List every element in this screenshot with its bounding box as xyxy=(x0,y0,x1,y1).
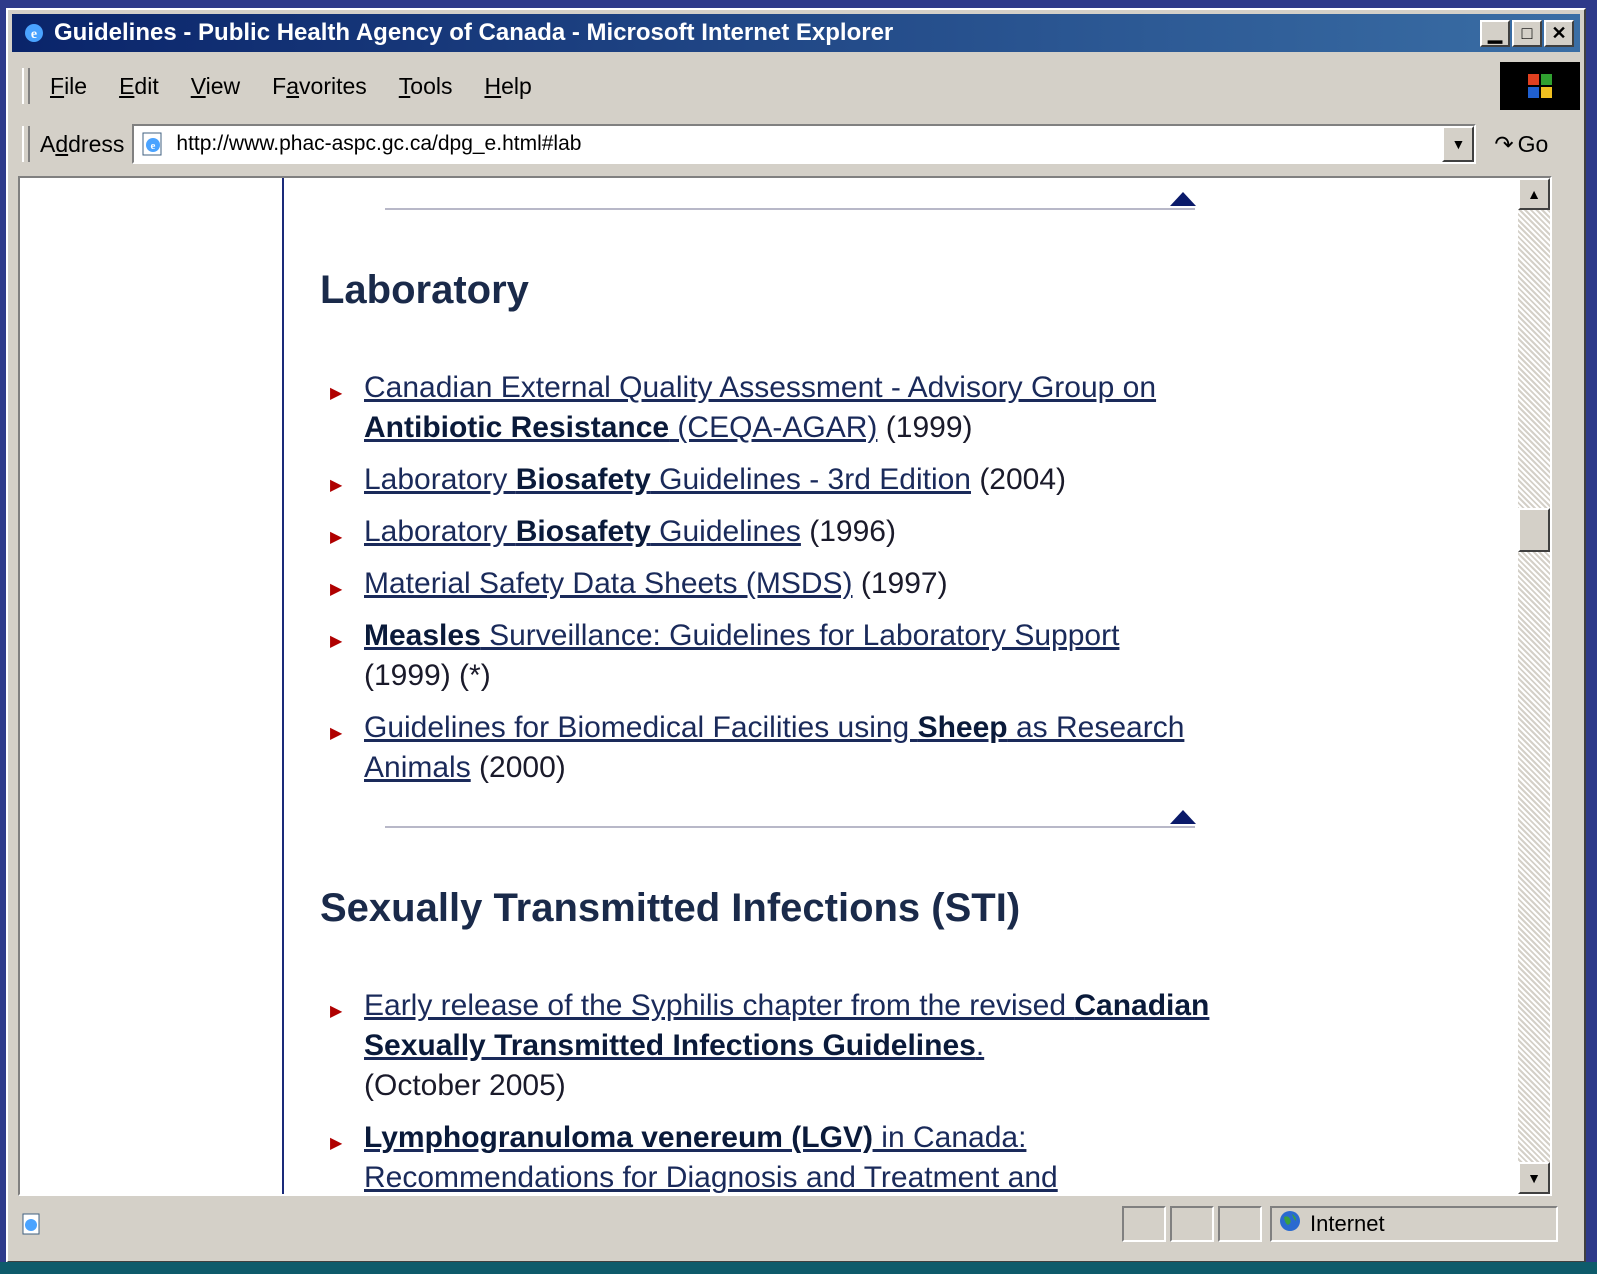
bullet-icon: ▶ xyxy=(330,725,343,742)
close-button[interactable]: ✕ xyxy=(1544,19,1574,47)
svg-text:e: e xyxy=(151,140,156,152)
status-bar: Internet xyxy=(12,1202,1580,1246)
list-item: ▶ Early release of the Syphilis chapter … xyxy=(330,989,1210,1102)
page-viewport[interactable]: Laboratory ▶ Canadian External Quality A… xyxy=(18,176,1552,1196)
left-navigation-column xyxy=(20,178,284,1194)
toolbar-grip[interactable] xyxy=(22,126,30,162)
go-button[interactable]: ↷ Go xyxy=(1494,131,1548,158)
page-icon: e xyxy=(138,129,168,159)
sti-list: ▶ Early release of the Syphilis chapter … xyxy=(320,986,1220,1194)
title-bar[interactable]: e Guidelines - Public Health Agency of C… xyxy=(12,14,1580,52)
status-pane xyxy=(1218,1206,1262,1242)
go-arrow-icon: ↷ xyxy=(1494,130,1514,157)
svg-text:e: e xyxy=(31,27,37,42)
list-item: ▶ Lymphogranuloma venereum (LGV) in Cana… xyxy=(320,1118,1220,1194)
desktop-background xyxy=(0,1262,1597,1274)
link-lgv[interactable]: Lymphogranuloma venereum (LGV) in Canada… xyxy=(364,1121,1058,1194)
url-text: http://www.phac-aspc.gc.ca/dpg_e.html#la… xyxy=(176,132,582,155)
windows-logo-icon xyxy=(1500,62,1580,110)
laboratory-list: ▶ Canadian External Quality Assessment -… xyxy=(320,368,1220,800)
list-item: ▶ Laboratory Biosafety Guidelines (1996) xyxy=(320,512,1220,552)
bullet-icon: ▶ xyxy=(330,1003,343,1020)
bullet-icon: ▶ xyxy=(330,385,343,402)
globe-icon xyxy=(1278,1209,1302,1239)
vertical-scrollbar[interactable]: ▲ ▼ xyxy=(1518,178,1550,1194)
menu-tools[interactable]: Tools xyxy=(399,73,453,100)
security-zone[interactable]: Internet xyxy=(1270,1206,1558,1242)
list-item: ▶ Canadian External Quality Assessment -… xyxy=(330,371,1157,444)
zone-label: Internet xyxy=(1310,1211,1385,1236)
minimize-button[interactable]: ▁ xyxy=(1480,19,1510,47)
status-pane xyxy=(1122,1206,1166,1242)
bullet-icon: ▶ xyxy=(330,529,343,546)
section-heading-sti: Sexually Transmitted Infections (STI) xyxy=(320,886,1021,930)
page-status-icon xyxy=(18,1210,46,1238)
scroll-up-icon[interactable]: ▲ xyxy=(1518,178,1550,210)
link-syphilis-chapter[interactable]: Early release of the Syphilis chapter fr… xyxy=(364,989,1209,1062)
link-biosafety-1996[interactable]: Laboratory Biosafety Guidelines xyxy=(364,515,801,548)
list-item: ▶ Laboratory Biosafety Guidelines - 3rd … xyxy=(320,460,1220,500)
menu-edit[interactable]: Edit xyxy=(119,73,159,100)
link-biosafety-3rd[interactable]: Laboratory Biosafety Guidelines - 3rd Ed… xyxy=(364,463,971,496)
scroll-down-icon[interactable]: ▼ xyxy=(1518,1162,1550,1194)
list-item: ▶ Material Safety Data Sheets (MSDS) (19… xyxy=(320,564,1220,604)
menu-favorites[interactable]: Favorites xyxy=(272,73,367,100)
menu-help[interactable]: Help xyxy=(484,73,531,100)
section-heading-laboratory: Laboratory xyxy=(320,268,529,312)
ie-icon: e xyxy=(22,21,46,45)
address-input[interactable]: e http://www.phac-aspc.gc.ca/dpg_e.html#… xyxy=(132,124,1477,164)
bullet-icon: ▶ xyxy=(330,581,343,598)
back-to-top-icon[interactable] xyxy=(1170,810,1196,824)
list-item: ▶ Guidelines for Biomedical Facilities u… xyxy=(330,711,1185,784)
toolbar-grip[interactable] xyxy=(22,68,30,104)
section-divider xyxy=(385,826,1195,828)
window-title: Guidelines - Public Health Agency of Can… xyxy=(54,19,894,46)
browser-window: e Guidelines - Public Health Agency of C… xyxy=(6,8,1586,1263)
bullet-icon: ▶ xyxy=(330,1135,343,1152)
link-ceqa-agar[interactable]: Canadian External Quality Assessment - A… xyxy=(364,371,1156,444)
maximize-button[interactable]: □ xyxy=(1512,19,1542,47)
address-label: Address xyxy=(40,130,125,157)
link-measles[interactable]: Measles Surveillance: Guidelines for Lab… xyxy=(364,619,1119,652)
bullet-icon: ▶ xyxy=(330,477,343,494)
status-pane xyxy=(1170,1206,1214,1242)
section-divider xyxy=(385,208,1195,210)
menu-bar: File Edit View Favorites Tools Help xyxy=(12,62,1580,110)
back-to-top-icon[interactable] xyxy=(1170,192,1196,206)
list-item: ▶ Measles Surveillance: Guidelines for L… xyxy=(330,619,1120,692)
menu-file[interactable]: File xyxy=(50,73,87,100)
chevron-down-icon[interactable]: ▼ xyxy=(1442,126,1475,162)
scrollbar-thumb[interactable] xyxy=(1518,508,1550,552)
bullet-icon: ▶ xyxy=(330,633,343,650)
menu-view[interactable]: View xyxy=(191,73,240,100)
address-bar: Address e http://www.phac-aspc.gc.ca/dpg… xyxy=(12,120,1580,168)
link-msds[interactable]: Material Safety Data Sheets (MSDS) xyxy=(364,567,853,600)
